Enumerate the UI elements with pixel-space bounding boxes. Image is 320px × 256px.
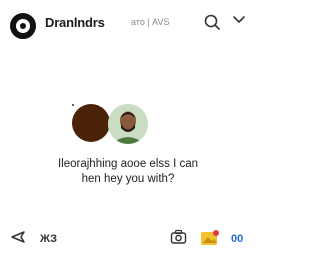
menu-dropdown-button[interactable] — [232, 13, 250, 31]
camera-icon — [170, 229, 187, 244]
footer-left-label[interactable]: ЖЗ — [40, 233, 57, 245]
logo-icon — [10, 13, 36, 39]
assistant-avatar — [72, 104, 110, 142]
decor-dot — [72, 104, 74, 106]
image-button[interactable] — [200, 229, 220, 252]
app-subtitle: ато | AVS — [131, 17, 170, 27]
camera-button[interactable] — [170, 229, 187, 250]
chevron-down-icon — [233, 16, 245, 23]
greeting-line-2: hen hey you with? — [81, 173, 175, 185]
app-title: Dranlndrs — [45, 15, 105, 30]
app-header: Dranlndrs ато | AVS — [0, 0, 256, 44]
search-button[interactable] — [203, 13, 221, 31]
user-avatar — [108, 104, 148, 144]
image-icon — [201, 230, 219, 245]
search-icon — [204, 14, 220, 30]
share-button[interactable] — [10, 229, 26, 250]
footer-right-label[interactable]: 00 — [231, 233, 243, 245]
send-icon — [11, 231, 25, 243]
assistant-greeting: Ileorajhhing aooe elss I can hen hey you… — [0, 157, 256, 187]
greeting-line-1: Ileorajhhing aooe elss I can — [57, 158, 198, 170]
